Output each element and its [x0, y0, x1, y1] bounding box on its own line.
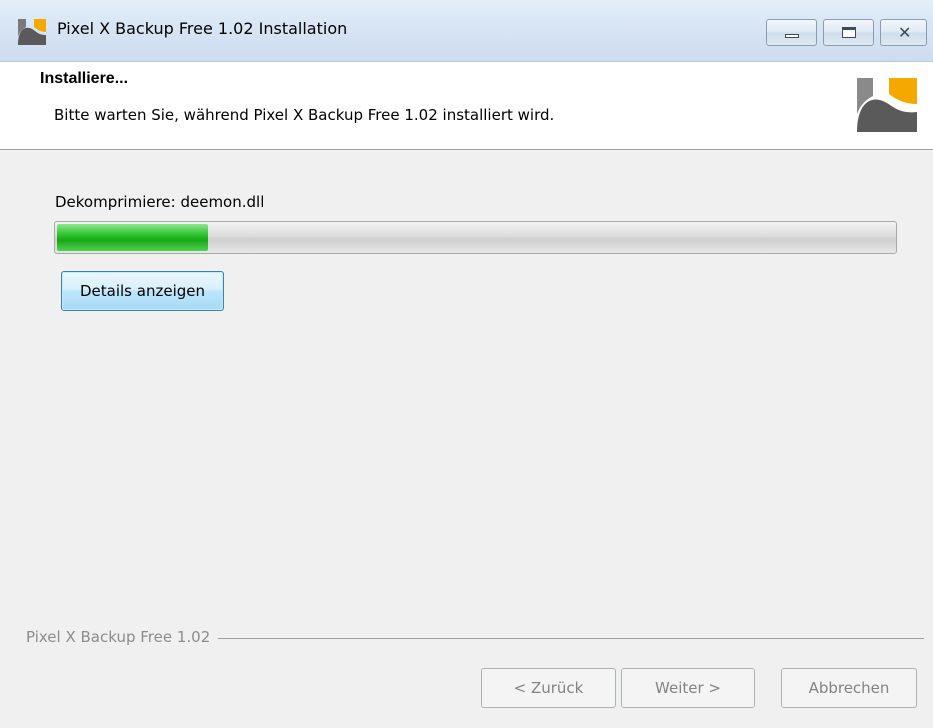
title-bar[interactable]: Pixel X Backup Free 1.02 Installation ✕: [0, 0, 933, 62]
pixel-x-logo-icon: [18, 19, 46, 45]
page-title: Installiere...: [40, 70, 129, 87]
installer-window: Pixel X Backup Free 1.02 Installation ✕ …: [0, 0, 933, 728]
progress-fill: [57, 224, 208, 251]
brand-separator: Pixel X Backup Free 1.02: [26, 628, 924, 648]
pixel-x-logo-icon: [857, 78, 917, 132]
minimize-button[interactable]: [766, 19, 817, 46]
brand-text: Pixel X Backup Free 1.02: [26, 628, 219, 646]
page-subtitle: Bitte warten Sie, während Pixel X Backup…: [54, 106, 555, 124]
install-progress-bar: [54, 221, 897, 254]
window-title: Pixel X Backup Free 1.02 Installation: [57, 19, 348, 38]
minimize-icon: [785, 34, 799, 38]
show-details-button[interactable]: Details anzeigen: [61, 271, 224, 311]
maximize-icon: [842, 27, 856, 38]
next-button[interactable]: Weiter >: [621, 668, 755, 708]
status-text: Dekomprimiere: deemon.dll: [55, 193, 265, 211]
close-icon: ✕: [898, 23, 912, 42]
cancel-button[interactable]: Abbrechen: [781, 668, 917, 708]
close-button[interactable]: ✕: [880, 19, 927, 46]
back-button[interactable]: < Zurück: [481, 668, 616, 708]
maximize-button[interactable]: [823, 19, 874, 46]
header-panel: Installiere... Bitte warten Sie, während…: [0, 62, 933, 150]
